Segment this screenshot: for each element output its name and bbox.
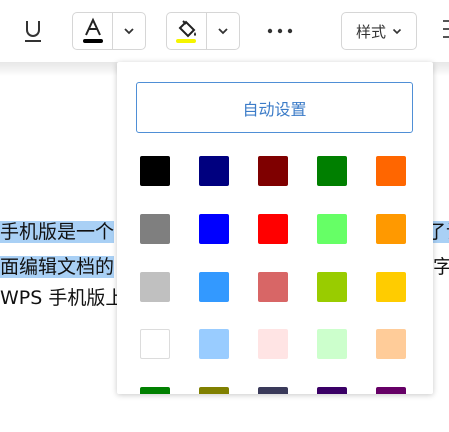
- doc-line-2-end[interactable]: 字: [433, 254, 449, 281]
- color-swatch[interactable]: [258, 214, 288, 244]
- selected-text[interactable]: 手机版是一个: [0, 221, 115, 243]
- color-swatch[interactable]: [376, 214, 406, 244]
- doc-line-1[interactable]: 手机版是一个: [0, 219, 115, 246]
- style-dropdown[interactable]: 样式: [341, 12, 417, 50]
- doc-line-2[interactable]: 面编辑文档的: [0, 254, 115, 281]
- format-toolbar: 样式: [0, 0, 449, 62]
- color-swatch[interactable]: [258, 329, 288, 359]
- color-swatch[interactable]: [140, 156, 170, 186]
- color-swatch[interactable]: [376, 329, 406, 359]
- highlight-color-dropdown-button[interactable]: [207, 13, 239, 49]
- color-swatch[interactable]: [140, 387, 170, 394]
- color-swatch[interactable]: [376, 272, 406, 302]
- highlight-bucket-icon: [175, 20, 196, 43]
- color-swatch[interactable]: [140, 329, 170, 359]
- more-button[interactable]: [262, 14, 298, 48]
- doc-text[interactable]: WPS 手机版上: [0, 287, 124, 309]
- color-swatch[interactable]: [199, 329, 229, 359]
- highlight-color-panel: 自动设置: [117, 62, 433, 394]
- doc-line-3[interactable]: WPS 手机版上: [0, 285, 124, 312]
- chevron-down-icon: [392, 28, 402, 34]
- color-swatch[interactable]: [199, 272, 229, 302]
- color-swatch[interactable]: [317, 329, 347, 359]
- color-swatch[interactable]: [317, 214, 347, 244]
- selected-text[interactable]: 面编辑文档的: [0, 256, 115, 278]
- font-color-dropdown-button[interactable]: [113, 13, 145, 49]
- partial-toolbar-icon[interactable]: [440, 18, 449, 44]
- color-swatch[interactable]: [317, 387, 347, 394]
- font-color-control: [72, 12, 146, 50]
- color-swatch[interactable]: [376, 387, 406, 394]
- color-swatch[interactable]: [140, 214, 170, 244]
- style-label: 样式: [355, 22, 386, 41]
- font-color-button[interactable]: [73, 13, 112, 49]
- chevron-down-icon: [218, 28, 228, 35]
- auto-color-button[interactable]: 自动设置: [136, 82, 413, 133]
- color-swatch[interactable]: [258, 156, 288, 186]
- color-swatch[interactable]: [140, 272, 170, 302]
- color-swatch[interactable]: [199, 214, 229, 244]
- font-color-icon: [82, 17, 103, 43]
- color-swatch[interactable]: [258, 387, 288, 394]
- highlight-color-control: [166, 12, 240, 50]
- color-swatch[interactable]: [258, 272, 288, 302]
- chevron-down-icon: [124, 28, 134, 35]
- highlight-color-button[interactable]: [167, 13, 206, 49]
- underline-button[interactable]: [18, 14, 48, 48]
- underline-icon: [25, 21, 41, 42]
- color-swatch[interactable]: [199, 387, 229, 394]
- color-swatch[interactable]: [317, 272, 347, 302]
- color-swatch[interactable]: [376, 156, 406, 186]
- color-swatch[interactable]: [317, 156, 347, 186]
- more-horizontal-icon: [267, 28, 293, 34]
- color-swatch[interactable]: [199, 156, 229, 186]
